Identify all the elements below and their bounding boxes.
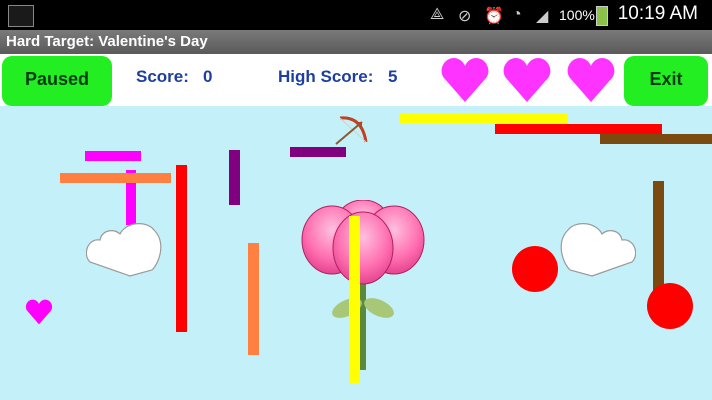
obstacle-bar [85, 151, 141, 161]
clock: 10:19 AM [617, 3, 698, 24]
play-field[interactable] [0, 106, 712, 400]
status-bar: ⟁ ⊘ ⏰ ◔ ◢ 100% 10:19 AM [0, 0, 712, 30]
pause-button[interactable]: Paused [2, 56, 112, 106]
obstacle-bar [600, 134, 712, 144]
battery-icon [596, 6, 608, 26]
heart-icon[interactable] [25, 298, 53, 326]
obstacle-bar [229, 150, 240, 205]
red-ball [512, 246, 558, 292]
red-ball [647, 283, 693, 329]
heart-icon [567, 58, 615, 102]
bow-and-arrow-icon[interactable] [332, 114, 370, 148]
wifi-icon: ◔ [512, 6, 522, 23]
gallery-icon [8, 5, 34, 27]
cloud-heart-icon [86, 223, 162, 277]
obstacle-bar [495, 124, 662, 134]
cloud-heart-icon [560, 223, 636, 277]
obstacle-bar [653, 181, 664, 293]
obstacle-bar [349, 216, 360, 383]
exit-button[interactable]: Exit [624, 56, 708, 106]
heart-icon [441, 58, 489, 102]
battery-percent: 100% [559, 7, 595, 23]
obstacle-bar [176, 165, 187, 332]
signal-icon: ◢ [536, 8, 549, 25]
high-score-label: High Score: [278, 67, 374, 86]
obstacle-bar [60, 173, 171, 183]
obstacle-bar [290, 147, 346, 157]
obstacle-bar [400, 113, 568, 123]
mute-icon: ⊘ [458, 8, 472, 25]
obstacle-bar [248, 243, 259, 355]
heart-icon [503, 58, 551, 102]
alarm-icon: ⏰ [484, 8, 504, 25]
hud: Paused Score: 0 High Score: 5 Exit [0, 54, 712, 106]
score-label: Score: [136, 67, 189, 86]
app-title: Hard Target: Valentine's Day [0, 30, 712, 54]
score-value: 0 [203, 67, 213, 86]
vibrate-icon: ⟁ [430, 6, 445, 23]
high-score-value: 5 [388, 67, 398, 86]
flower-icon [301, 200, 425, 370]
